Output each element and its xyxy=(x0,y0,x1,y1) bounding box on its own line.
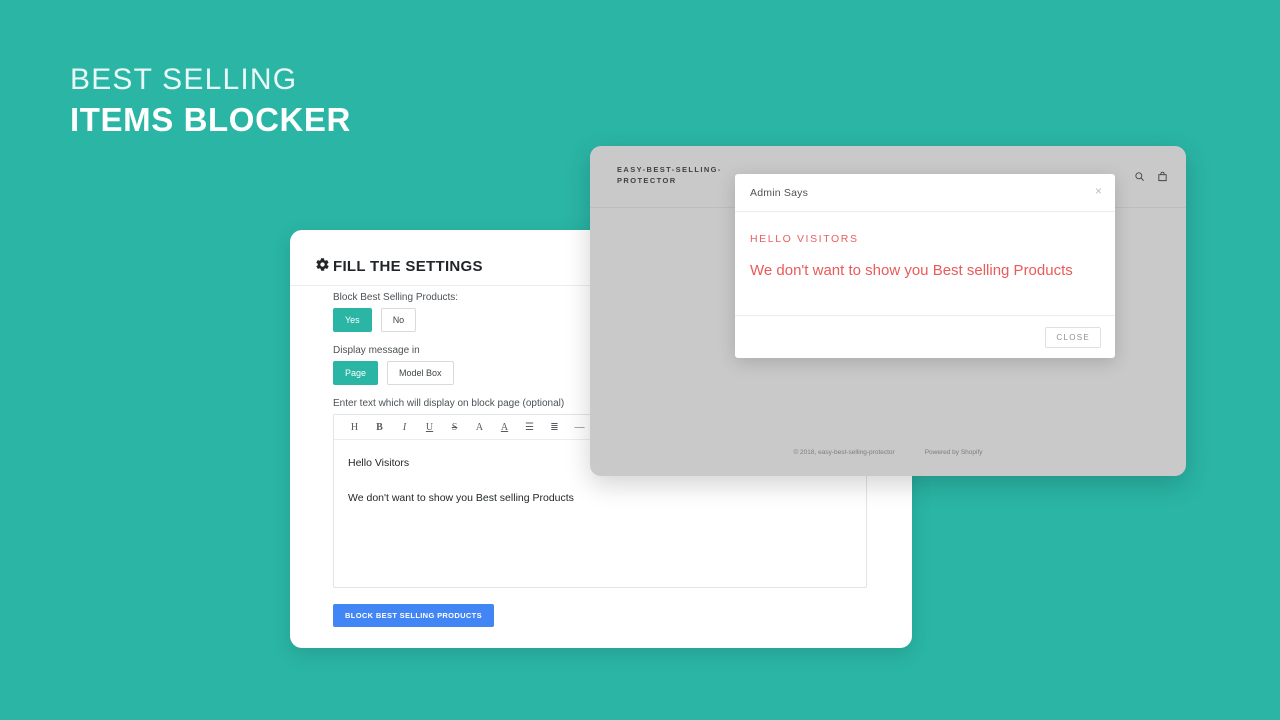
editor-label: Enter text which will display on block p… xyxy=(333,398,565,409)
storefront-copyright: © 2018, easy-best-selling-protector xyxy=(793,449,895,456)
display-message-toggle-group: Page Model Box xyxy=(333,361,454,385)
font-size-icon[interactable]: A xyxy=(467,417,492,437)
admin-panel-title: FILL THE SETTINGS xyxy=(333,258,483,275)
bold-icon[interactable]: B xyxy=(367,417,392,437)
screenshot-stage: BEST SELLING ITEMS BLOCKER FILL THE SETT… xyxy=(0,0,1280,720)
admin-says-modal: Admin Says × HELLO VISITORS We don't wan… xyxy=(735,174,1115,358)
shopping-bag-icon[interactable] xyxy=(1157,169,1168,187)
storefront-footer: © 2018, easy-best-selling-protector Powe… xyxy=(590,449,1186,456)
block-best-selling-products-button[interactable]: BLOCK BEST SELLING PRODUCTS xyxy=(333,604,494,627)
display-message-label: Display message in xyxy=(333,345,420,356)
block-products-option-no[interactable]: No xyxy=(380,308,417,332)
block-products-option-yes[interactable]: Yes xyxy=(333,308,372,332)
heading-icon[interactable]: H xyxy=(342,417,367,437)
editor-paragraph-2: We don't want to show you Best selling P… xyxy=(348,492,574,504)
page-title: BEST SELLING ITEMS BLOCKER xyxy=(70,60,351,140)
display-message-option-model-box[interactable]: Model Box xyxy=(387,361,454,385)
modal-body: HELLO VISITORS We don't want to show you… xyxy=(735,212,1115,281)
modal-kicker: HELLO VISITORS xyxy=(750,233,859,245)
underline-icon[interactable]: U xyxy=(417,417,442,437)
horizontal-rule-icon[interactable]: — xyxy=(567,417,592,437)
headline-line-2: ITEMS BLOCKER xyxy=(70,101,351,138)
modal-message: We don't want to show you Best selling P… xyxy=(750,262,1073,279)
unordered-list-icon[interactable]: ≣ xyxy=(542,417,567,437)
storefront-brand[interactable]: EASY-BEST-SELLING-PROTECTOR xyxy=(617,164,737,186)
text-color-icon[interactable]: A xyxy=(492,417,517,437)
modal-close-button[interactable]: CLOSE xyxy=(1045,326,1101,348)
display-message-option-page[interactable]: Page xyxy=(333,361,379,385)
strikethrough-icon[interactable]: S xyxy=(442,417,467,437)
block-products-label: Block Best Selling Products: xyxy=(333,292,459,303)
close-icon[interactable]: × xyxy=(1095,184,1102,198)
search-icon[interactable] xyxy=(1134,169,1145,187)
italic-icon[interactable]: I xyxy=(392,417,417,437)
modal-header: Admin Says × xyxy=(735,174,1115,212)
modal-title: Admin Says xyxy=(750,187,809,199)
ordered-list-icon[interactable]: ☰ xyxy=(517,417,542,437)
gear-icon xyxy=(315,257,330,272)
storefront-header-icons xyxy=(1134,169,1168,187)
headline-line-1: BEST SELLING xyxy=(70,63,298,96)
block-products-toggle-group: Yes No xyxy=(333,308,417,332)
modal-footer: CLOSE xyxy=(735,315,1115,358)
storefront-powered-by[interactable]: Powered by Shopify xyxy=(925,449,983,456)
